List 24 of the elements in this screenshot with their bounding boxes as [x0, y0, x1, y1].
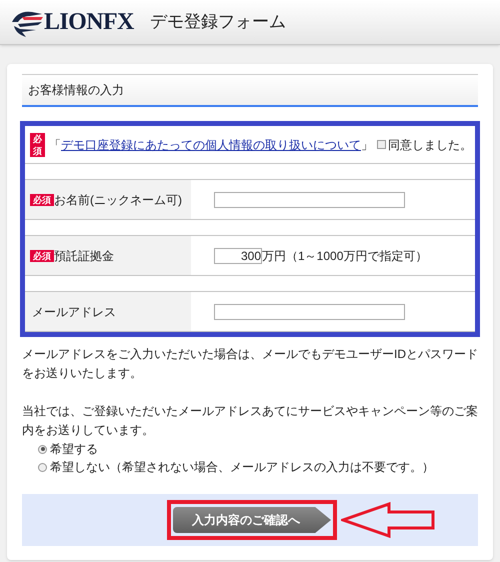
field-label: お名前(ニックネーム可)	[54, 192, 182, 208]
notice-text: 当社では、ご登録いただいたメールアドレスあてにサービスやキャンペーン等のご案内をお送りしています。	[22, 403, 478, 439]
amount-hint: 万円（1～1000万円で指定可）	[262, 248, 428, 264]
checkbox-label: 同意しました。	[388, 136, 472, 154]
required-badge: 必須	[30, 250, 54, 262]
amount-field[interactable]: 300	[214, 248, 262, 264]
logo-text: LIONFX	[44, 8, 134, 37]
section-heading: お客様情報の入力	[22, 74, 478, 107]
text-field[interactable]	[214, 192, 405, 208]
privacy-notice: 「デモ口座登録にあたっての個人情報の取り扱いについて」	[49, 136, 373, 154]
agree-checkbox[interactable]	[377, 140, 386, 149]
field-label: 預託証拠金	[54, 248, 114, 264]
required-badge: 必須	[30, 132, 45, 156]
notice-text: メールアドレスをご入力いただいた場合は、メールでもデモユーザーIDとパスワードをお送りいたします。	[22, 346, 478, 382]
text-field[interactable]	[214, 304, 405, 320]
radio-button[interactable]	[38, 462, 47, 472]
page-title: デモ登録フォーム	[150, 11, 286, 34]
privacy-link[interactable]: デモ口座登録にあたっての個人情報の取り扱いについて	[61, 138, 361, 152]
confirm-button[interactable]: 入力内容のご確認へ	[173, 507, 331, 533]
radio-button[interactable]	[38, 444, 47, 454]
required-badge: 必須	[30, 194, 54, 206]
field-label: メールアドレス	[32, 304, 116, 320]
radio-label: 希望しない（希望されない場合、メールアドレスの入力は不要です。）	[50, 459, 434, 476]
radio-label: 希望する	[50, 441, 98, 458]
